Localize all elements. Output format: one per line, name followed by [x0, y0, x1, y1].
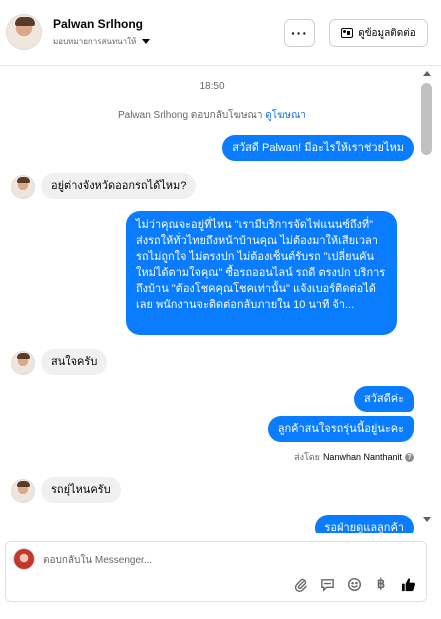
scroll-up-arrow[interactable] — [423, 71, 431, 76]
sent-by-prefix: ส่งโดย — [294, 452, 320, 462]
contact-card-icon — [341, 28, 354, 38]
conversation-header: Palwan Srlhong มอบหมายการสนทนาให้ ··· ดู… — [0, 0, 441, 66]
composer-toolbar: ฿ — [292, 576, 416, 592]
outgoing-message[interactable]: ไม่ว่าคุณจะอยู่ที่ไหน "เรามีบริการจัดไฟแ… — [126, 211, 397, 335]
thumbs-up-icon — [401, 577, 415, 591]
scroll-thumb[interactable] — [421, 83, 432, 155]
incoming-message[interactable]: อยู่ต่างจังหวัดออกรถได้ไหม? — [41, 173, 197, 199]
page-avatar — [13, 548, 35, 570]
outgoing-message[interactable]: รอฝ่ายดูแลลูกค้า — [314, 515, 414, 533]
outgoing-message[interactable]: สวัสดีค่ะ — [353, 386, 414, 412]
incoming-message[interactable]: รถยุ่ไหนครับ — [41, 477, 121, 503]
scroll-down-arrow[interactable] — [423, 517, 431, 522]
message-composer: ฿ — [5, 541, 427, 602]
more-icon: ··· — [291, 25, 308, 41]
attach-file-button[interactable] — [292, 576, 308, 592]
help-icon[interactable]: ? — [405, 452, 414, 462]
outgoing-message[interactable]: สวัสดี Palwan! มีอะไรให้เราช่วยไหม — [222, 135, 414, 161]
baht-icon: ฿ — [376, 576, 386, 591]
reply-input[interactable] — [43, 552, 413, 568]
chat-scrollbar[interactable] — [420, 67, 434, 533]
contact-name[interactable]: Palwan Srlhong — [53, 17, 143, 31]
sent-by-name: Nanwhan Nanthanit — [322, 452, 402, 462]
contact-avatar-small[interactable] — [11, 351, 35, 375]
contact-avatar-small[interactable] — [11, 479, 35, 503]
emoji-icon — [347, 577, 361, 591]
more-options-button[interactable]: ··· — [284, 19, 315, 47]
message-timestamp: 18:50 — [199, 81, 225, 92]
caret-down-icon — [142, 39, 151, 44]
contact-avatar-small[interactable] — [11, 175, 35, 199]
payment-button[interactable]: ฿ — [373, 576, 389, 592]
sent-by-line: ส่งโดย Nanwhan Nanthanit ? — [294, 450, 414, 464]
ad-reply-notice: Palwan Srlhong ตอบกลับโฆษณา ดูโฆษณา — [0, 108, 424, 123]
send-like-button[interactable] — [400, 576, 416, 592]
view-ad-link[interactable]: ดูโฆษณา — [265, 110, 306, 121]
assign-conversation-dropdown[interactable]: มอบหมายการสนทนาให้ — [53, 35, 151, 48]
contact-avatar[interactable] — [6, 14, 42, 50]
view-contact-details-label: ดูข้อมูลติดต่อ — [358, 27, 416, 39]
assign-conversation-label: มอบหมายการสนทนาให้ — [53, 37, 137, 46]
view-contact-details-button[interactable]: ดูข้อมูลติดต่อ — [329, 19, 428, 47]
saved-replies-button[interactable] — [319, 576, 335, 592]
incoming-message[interactable]: สนใจครับ — [41, 349, 108, 375]
outgoing-message[interactable]: ลูกค้าสนใจรถรุ่นนี้อยู่นะคะ — [267, 416, 414, 442]
saved-reply-icon — [320, 578, 334, 592]
ad-reply-text: Palwan Srlhong ตอบกลับโฆษณา — [117, 110, 263, 121]
paperclip-icon — [294, 578, 307, 592]
emoji-button[interactable] — [346, 576, 362, 592]
message-thread[interactable]: 18:50 Palwan Srlhong ตอบกลับโฆษณา ดูโฆษณ… — [0, 67, 441, 533]
